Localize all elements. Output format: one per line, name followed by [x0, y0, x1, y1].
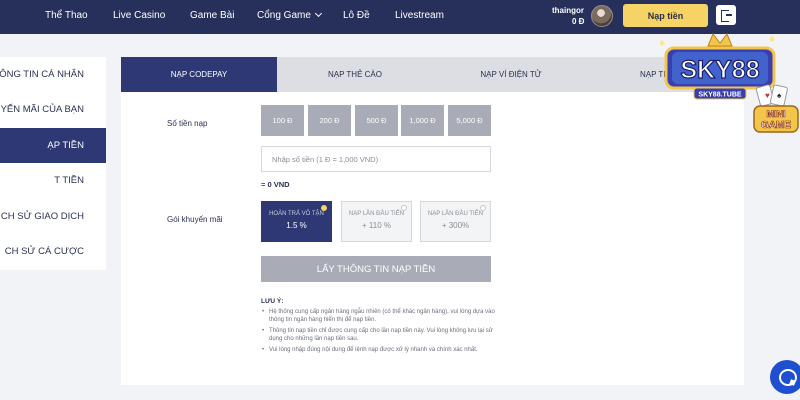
promo-label: Gói khuyến mãi	[167, 215, 223, 224]
chevron-down-icon	[314, 9, 322, 18]
converted-amount: = 0 VND	[261, 180, 290, 189]
promo-title: NẠP LẦN ĐẦU TIÊN	[348, 211, 405, 217]
sidebar-item-withdraw[interactable]: T TIỀN	[0, 163, 106, 198]
nav-item-cong-game-label: Cổng Game	[257, 10, 311, 21]
nav-item-the-thao[interactable]: Thể Thao	[45, 0, 88, 34]
sidebar-item-label: T TIỀN	[54, 175, 84, 186]
sidebar-item-label: ẠP TIỀN	[47, 140, 84, 151]
sidebar-item-label: UYẾN MÃI CỦA BẠN	[0, 104, 84, 115]
mini-game-text-2: GAME	[761, 120, 791, 131]
amount-option-500[interactable]: 500 Đ	[355, 105, 398, 136]
account-sidebar: ÔNG TIN CÁ NHÂN UYẾN MÃI CỦA BẠN ẠP TIỀN…	[0, 57, 106, 270]
nav-item-live-casino[interactable]: Live Casino	[113, 0, 165, 34]
user-name: thaingor	[552, 6, 584, 15]
promo-option-first-deposit-300[interactable]: NẠP LẦN ĐẦU TIÊN + 300%	[420, 201, 491, 242]
get-deposit-info-button[interactable]: LẤY THÔNG TIN NẠP TIỀN	[261, 256, 491, 282]
promo-title: HOÀN TRẢ VÔ TẬN	[269, 211, 324, 217]
nav-item-lo-de[interactable]: Lô Đề	[343, 0, 370, 34]
radio-icon	[401, 205, 407, 211]
amount-option-100[interactable]: 100 Đ	[261, 105, 304, 136]
amount-input[interactable]	[261, 146, 491, 172]
promo-option-first-deposit-110[interactable]: NẠP LẦN ĐẦU TIÊN + 110 %	[341, 201, 412, 242]
nav-item-game-bai[interactable]: Game Bài	[190, 0, 234, 34]
svg-text:♥: ♥	[765, 91, 770, 100]
note-item: Hệ thống cung cấp ngân hàng ngẫu nhiên (…	[261, 308, 497, 325]
note-item: Thông tin nạp tiền chỉ được cung cấp cho…	[261, 327, 497, 344]
top-nav: Thể Thao Live Casino Game Bài Cổng Game …	[0, 0, 800, 34]
amount-option-1000[interactable]: 1,000 Đ	[401, 105, 444, 136]
sidebar-item-label: CH SỬ GIAO DỊCH	[0, 211, 84, 222]
logout-icon[interactable]	[716, 5, 736, 25]
sidebar-item-transaction-history[interactable]: CH SỬ GIAO DỊCH	[0, 199, 106, 234]
user-balance: 0 Đ	[572, 17, 585, 26]
mini-game-text-1: MINI	[767, 109, 786, 119]
promo-value: + 110 %	[362, 221, 391, 230]
sidebar-item-personal-info[interactable]: ÔNG TIN CÁ NHÂN	[0, 57, 106, 92]
nav-item-livestream[interactable]: Livestream	[395, 0, 444, 34]
deposit-button[interactable]: Nạp tiền	[623, 4, 708, 27]
sidebar-item-bet-history[interactable]: CH SỬ CÁ CƯỢC	[0, 234, 106, 269]
tab-e-wallet[interactable]: NẠP VÍ ĐIỆN TỬ	[433, 57, 589, 92]
promo-value: 1.5 %	[286, 221, 307, 230]
radio-icon	[480, 205, 486, 211]
promo-title: NẠP LẦN ĐẦU TIÊN	[427, 211, 484, 217]
deposit-tabs: NẠP CODEPAY NẠP THẺ CÀO NẠP VÍ ĐIỆN TỬ N…	[121, 57, 744, 92]
notes-list: Hệ thống cung cấp ngân hàng ngẫu nhiên (…	[261, 308, 497, 356]
sidebar-item-label: ÔNG TIN CÁ NHÂN	[0, 69, 84, 80]
tab-scratch-card[interactable]: NẠP THẺ CÀO	[277, 57, 433, 92]
amount-label: Số tiền nạp	[167, 119, 208, 128]
promo-value: + 300%	[441, 221, 470, 230]
mini-game-icon[interactable]: ♥ ♠ MINI GAME	[752, 84, 800, 136]
notes-title: LƯU Ý:	[261, 298, 284, 305]
sidebar-item-label: CH SỬ CÁ CƯỢC	[4, 246, 84, 257]
deposit-panel: NẠP CODEPAY NẠP THẺ CÀO NẠP VÍ ĐIỆN TỬ N…	[121, 57, 744, 385]
amount-option-200[interactable]: 200 Đ	[308, 105, 351, 136]
tab-codepay[interactable]: NẠP CODEPAY	[121, 57, 277, 92]
amount-option-5000[interactable]: 5,000 Đ	[448, 105, 491, 136]
note-item: Vui lòng nhập đúng nội dung để lệnh nạp …	[261, 346, 497, 355]
nav-item-cong-game[interactable]: Cổng Game	[257, 0, 322, 34]
sidebar-item-deposit[interactable]: ẠP TIỀN	[0, 128, 106, 163]
logo-subtext: SKY88.TUBE	[698, 92, 742, 99]
avatar[interactable]	[591, 5, 613, 27]
radio-selected-icon	[321, 205, 327, 211]
chat-icon[interactable]	[770, 360, 800, 394]
promo-option-rebate[interactable]: HOÀN TRẢ VÔ TẬN 1.5 %	[261, 201, 332, 242]
sidebar-item-my-promotions[interactable]: UYẾN MÃI CỦA BẠN	[0, 92, 106, 127]
logo-text: SKY88	[680, 56, 759, 84]
